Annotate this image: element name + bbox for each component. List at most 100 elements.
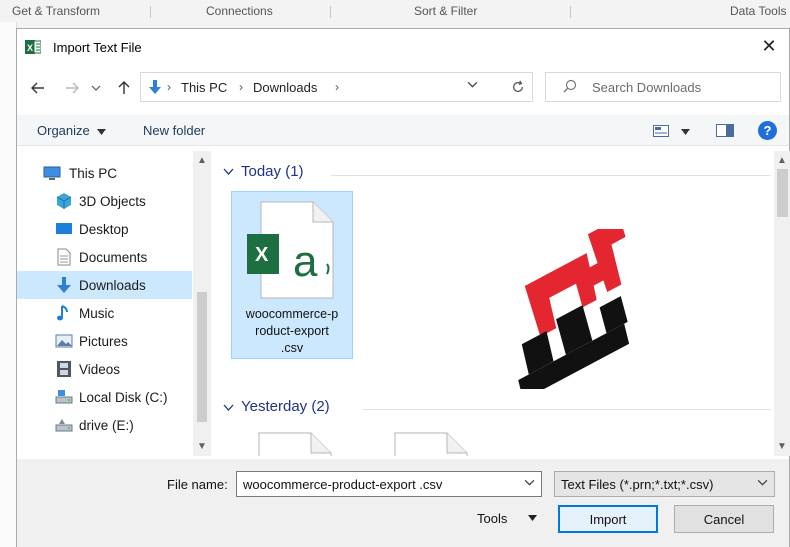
file-name-line: woocommerce-p: [245, 307, 339, 321]
excel-icon: X: [25, 40, 41, 54]
music-note-icon: [57, 305, 68, 321]
sidebar-item-label: Music: [79, 305, 115, 321]
import-button[interactable]: Import: [558, 505, 658, 533]
sidebar-item-pictures[interactable]: Pictures: [17, 327, 192, 355]
sidebar-item-label: Local Disk (C:): [79, 389, 168, 405]
sidebar-item-label: This PC: [69, 165, 118, 181]
sidebar-item-this-pc[interactable]: This PC: [17, 159, 192, 187]
file-name-line: roduct-export: [255, 324, 329, 338]
tools-dropdown-icon[interactable]: [528, 513, 537, 524]
recent-locations-button[interactable]: [89, 77, 103, 99]
sidebar-item-3d-objects[interactable]: 3D Objects: [17, 187, 192, 215]
ribbon-separator: [150, 6, 151, 18]
group-divider: [331, 175, 771, 176]
caret-down-icon: [681, 129, 691, 135]
chevron-down-icon: [757, 479, 768, 486]
breadcrumb-downloads[interactable]: Downloads: [253, 80, 317, 95]
back-button[interactable]: [27, 77, 49, 99]
navigation-pane-scroll-thumb[interactable]: [197, 292, 207, 422]
collapse-group-icon[interactable]: [223, 167, 234, 179]
group-header-yesterday[interactable]: Yesterday (2): [241, 398, 330, 415]
navigation-pane: This PC 3D Objects Desktop Documents Dow…: [17, 151, 212, 456]
dialog-title: Import Text File: [53, 40, 142, 55]
drive-icon: [55, 419, 73, 432]
ribbon-group-data-tools[interactable]: Data Tools: [730, 4, 786, 18]
organize-label: Organize: [37, 123, 90, 138]
view-icon: [653, 125, 669, 137]
sidebar-item-label: drive (E:): [79, 417, 134, 433]
scroll-down-icon[interactable]: ▼: [777, 441, 787, 452]
document-icon: [57, 248, 71, 266]
sidebar-item-videos[interactable]: Videos: [17, 355, 192, 383]
sidebar-item-desktop[interactable]: Desktop: [17, 215, 192, 243]
csv-excel-file-icon[interactable]: [379, 429, 475, 456]
film-icon: [57, 361, 71, 377]
file-name-label: woocommerce-p roduct-export .csv: [232, 306, 352, 357]
ribbon-group-sort-filter[interactable]: Sort & Filter: [414, 4, 477, 18]
chevron-down-icon: [524, 479, 535, 486]
ribbon-group-get-transform[interactable]: Get & Transform: [12, 4, 100, 18]
file-name-input[interactable]: [241, 476, 515, 493]
chevron-down-icon: [91, 85, 101, 91]
view-options-button[interactable]: [653, 124, 691, 142]
file-type-select[interactable]: Text Files (*.prn;*.txt;*.csv): [554, 471, 775, 497]
organize-button[interactable]: Organize: [37, 123, 107, 138]
caret-down-icon: [97, 129, 107, 135]
preview-pane-button[interactable]: [716, 124, 734, 142]
preview-pane-icon: [716, 124, 734, 137]
desktop-icon: [56, 223, 72, 234]
search-box[interactable]: [545, 72, 781, 102]
ribbon-group-connections[interactable]: Connections: [206, 4, 273, 18]
help-button[interactable]: ?: [758, 121, 777, 140]
group-divider: [363, 409, 771, 410]
sidebar-item-label: Desktop: [79, 221, 129, 237]
file-list-scroll-thumb[interactable]: [777, 169, 788, 217]
chevron-down-icon: [467, 81, 478, 88]
watermark-logo: [518, 229, 630, 389]
file-name-dropdown-button[interactable]: [524, 477, 535, 491]
group-header-today[interactable]: Today (1): [241, 163, 304, 180]
scroll-down-icon[interactable]: ▼: [197, 441, 207, 452]
sidebar-item-local-disk-c[interactable]: Local Disk (C:): [17, 383, 192, 411]
sidebar-item-documents[interactable]: Documents: [17, 243, 192, 271]
new-folder-button[interactable]: New folder: [143, 123, 205, 138]
tools-button[interactable]: Tools: [477, 511, 507, 526]
forward-button[interactable]: [61, 77, 83, 99]
sidebar-item-downloads[interactable]: Downloads: [17, 271, 192, 299]
address-history-button[interactable]: [467, 79, 478, 93]
file-type-dropdown-button[interactable]: [757, 477, 768, 491]
close-button[interactable]: ✕: [749, 29, 789, 63]
breadcrumb-this-pc[interactable]: This PC: [181, 80, 227, 95]
csv-excel-file-icon: X a: [247, 201, 334, 299]
up-button[interactable]: [113, 77, 135, 99]
file-name-combobox[interactable]: [236, 471, 542, 497]
svg-text:X: X: [255, 244, 269, 266]
svg-text:a: a: [293, 237, 318, 286]
excel-sheet-edge: [0, 22, 17, 547]
collapse-group-icon[interactable]: [223, 403, 234, 415]
excel-ribbon: Get & Transform Connections Sort & Filte…: [0, 0, 790, 22]
refresh-icon: [513, 80, 523, 92]
file-item[interactable]: X a woocommerce-p roduct-export .csv: [231, 191, 353, 359]
help-icon: ?: [763, 123, 772, 138]
sidebar-item-music[interactable]: Music: [17, 299, 192, 327]
arrow-right-icon: [66, 82, 79, 94]
scroll-up-icon[interactable]: ▲: [197, 155, 207, 166]
sidebar-item-drive-e[interactable]: drive (E:): [17, 411, 192, 439]
breadcrumb-separator-icon: ›: [239, 80, 243, 94]
ribbon-separator: [570, 6, 571, 18]
title-bar: X Import Text File ✕: [17, 29, 789, 65]
csv-excel-file-icon[interactable]: [243, 429, 339, 456]
sidebar-item-label: Pictures: [79, 333, 128, 349]
scroll-up-icon[interactable]: ▲: [777, 155, 787, 166]
sidebar-item-label: Downloads: [79, 277, 146, 293]
breadcrumb-separator-icon: ›: [335, 80, 339, 94]
cube-icon: [56, 193, 72, 209]
search-input[interactable]: [590, 79, 774, 96]
file-name-line: .csv: [280, 341, 304, 355]
download-arrow-icon: [149, 80, 161, 94]
cancel-button[interactable]: Cancel: [674, 505, 774, 533]
svg-text:X: X: [27, 43, 33, 53]
ribbon-separator: [330, 6, 331, 18]
refresh-button[interactable]: [501, 73, 535, 101]
